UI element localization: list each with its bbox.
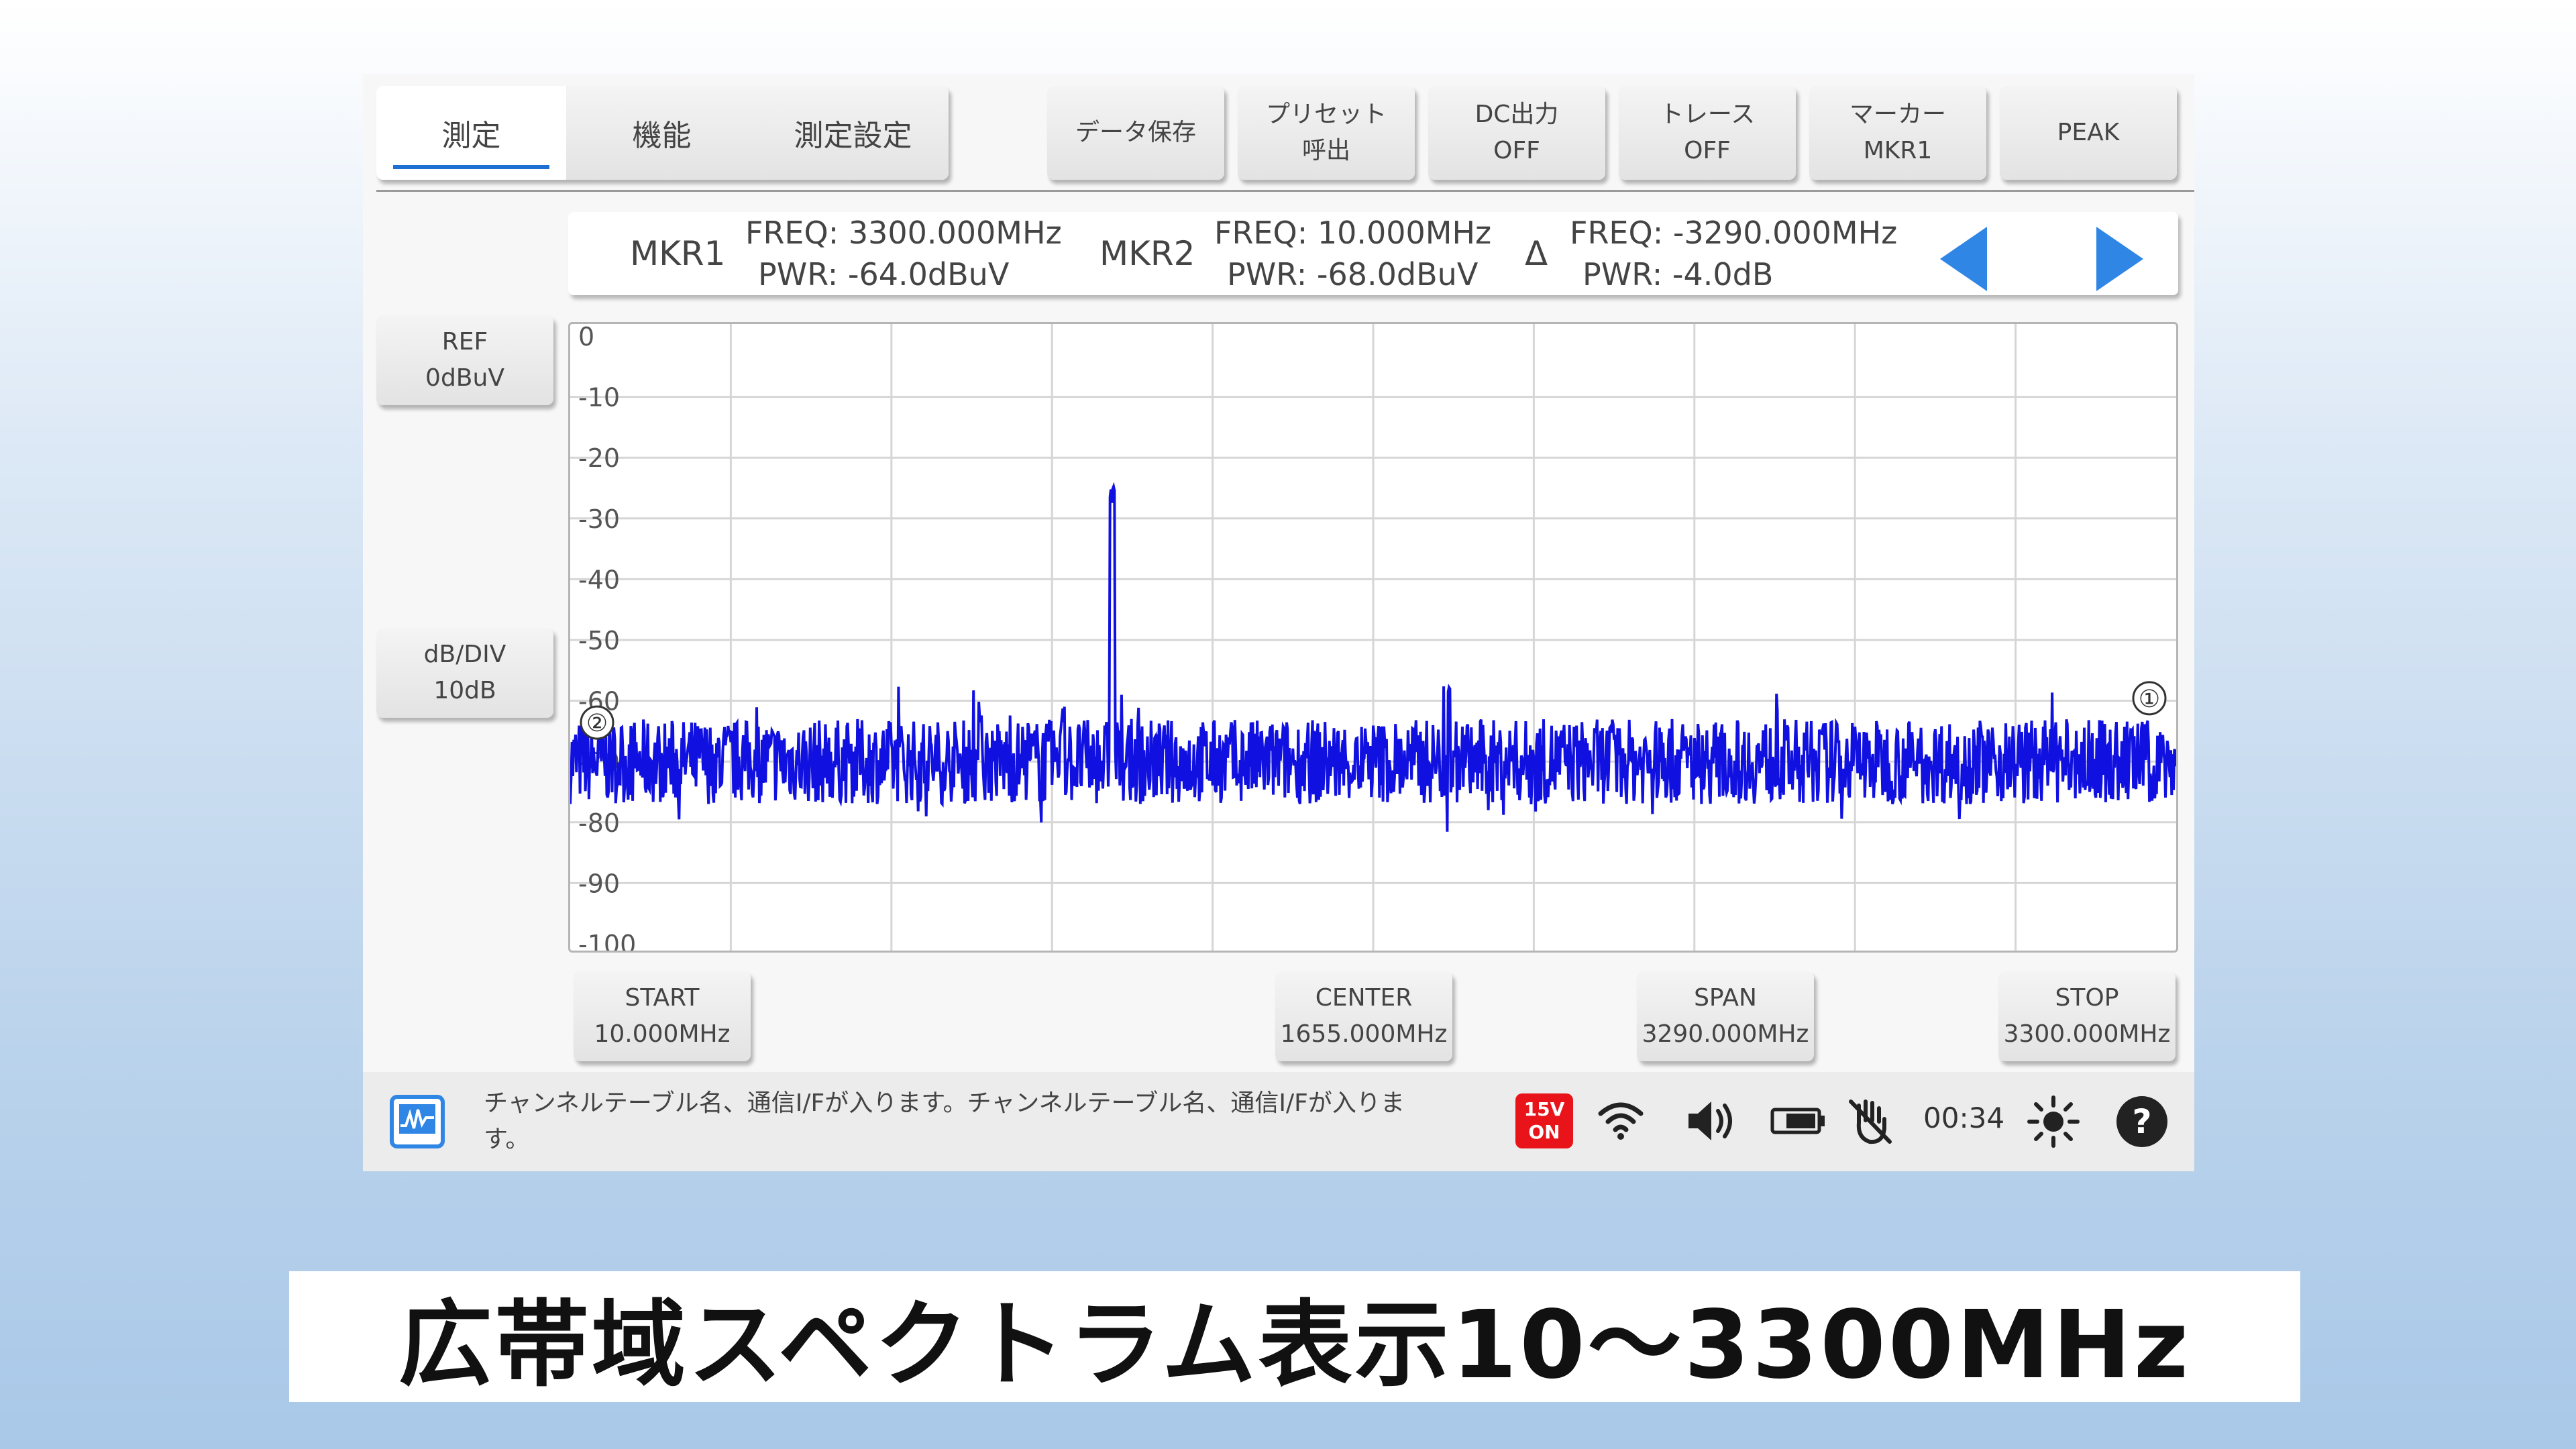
caption-title: 広帯域スペクトラム表示10～3300MHz (398, 1290, 2192, 1400)
y-tick-label: -20 (578, 443, 620, 473)
y-tick-label: -80 (578, 808, 620, 838)
battery-icon (1770, 1108, 1825, 1134)
center-label: CENTER (1315, 984, 1413, 1012)
tab-function-label: 機能 (632, 119, 692, 153)
y-tick-label: -40 (578, 565, 620, 594)
y-tick-label: -10 (578, 383, 620, 413)
marker-number-label: ① (2139, 686, 2160, 713)
save-data-button[interactable]: データ保存 (1047, 86, 1224, 180)
spectrum-app-icon[interactable] (390, 1095, 445, 1148)
span-button[interactable]: SPAN 3290.000MHz (1637, 971, 1814, 1061)
spectrum-chart: 0-10-20-30-40-50-60-70-80-90-100①② (570, 324, 2176, 951)
spectrum-plot[interactable]: 0 -10 -20 -30 -40 -50 -60 -70 -80 -90 -100 ① ② (568, 322, 2178, 953)
stop-label: STOP (2055, 984, 2119, 1012)
delta-pwr: PWR: -4.0dB (1582, 256, 1774, 292)
dc-15v-badge[interactable]: 15V ON (1515, 1093, 1573, 1148)
tab-group: 測定 機能 測定設定 (376, 86, 949, 180)
dc-output-state: OFF (1493, 137, 1540, 164)
tab-measure[interactable]: 測定 (376, 86, 566, 180)
dc-badge-voltage: 15V (1523, 1098, 1565, 1120)
span-label: SPAN (1694, 984, 1757, 1012)
trace-button[interactable]: トレース OFF (1619, 86, 1796, 180)
peak-button[interactable]: PEAK (2000, 86, 2177, 180)
stop-value: 3300.000MHz (2003, 1020, 2171, 1048)
clock-time: 00:34 (1923, 1102, 2005, 1134)
stop-freq-button[interactable]: STOP 3300.000MHz (1998, 971, 2176, 1061)
trace-state: OFF (1684, 137, 1731, 164)
wifi-icon[interactable] (1597, 1099, 1644, 1142)
y-tick-label: 0 (578, 324, 594, 352)
start-value: 10.000MHz (594, 1020, 731, 1048)
trace-label: トレース (1659, 101, 1756, 128)
channel-table-text: チャンネルテーブル名、通信I/Fが入ります。チャンネルテーブル名、通信I/Fが入… (484, 1089, 1405, 1153)
dc-output-label: DC出力 (1474, 101, 1559, 128)
db-per-div-button[interactable]: dB/DIV 10dB (376, 628, 553, 718)
touch-lock-hand-icon[interactable] (1847, 1096, 1894, 1146)
caption-box: 広帯域スペクトラム表示10～3300MHz (289, 1271, 2300, 1402)
y-tick-label: -90 (578, 869, 620, 898)
center-freq-button[interactable]: CENTER 1655.000MHz (1275, 971, 1452, 1061)
prev-marker-arrow-icon[interactable] (1940, 227, 1987, 291)
slide: { "tabs": [ {"label": "測定", "active": tr… (0, 0, 2576, 1449)
ref-value: 0dBuV (425, 364, 504, 392)
active-tab-indicator (393, 165, 549, 169)
span-value: 3290.000MHz (1642, 1020, 1809, 1048)
preset-recall-button[interactable]: プリセット 呼出 (1238, 86, 1415, 180)
tab-measure-label: 測定 (441, 119, 501, 153)
tab-measure-settings-label: 測定設定 (794, 119, 912, 153)
mkr2-pwr: PWR: -68.0dBuV (1227, 256, 1479, 292)
mkr2-name: MKR2 (1099, 234, 1195, 273)
marker-button[interactable]: マーカー MKR1 (1809, 86, 1986, 180)
center-value: 1655.000MHz (1280, 1020, 1448, 1048)
next-marker-arrow-icon[interactable] (2096, 227, 2143, 291)
y-tick-label: -30 (578, 504, 620, 534)
peak-label: PEAK (2057, 119, 2120, 146)
start-freq-button[interactable]: START 10.000MHz (574, 971, 751, 1061)
ref-label: REF (441, 328, 488, 356)
save-data-label: データ保存 (1075, 119, 1196, 146)
help-glyph: ? (2132, 1102, 2152, 1141)
marker-label: マーカー (1849, 101, 1946, 128)
help-icon[interactable]: ? (2116, 1096, 2167, 1147)
dc-output-button[interactable]: DC出力 OFF (1428, 86, 1605, 180)
analyzer-screen: 測定 機能 測定設定 データ保存 プリセット 呼出 DC出力 OFF トレース … (363, 74, 2194, 1171)
status-bar: チャンネルテーブル名、通信I/Fが入ります。チャンネルテーブル名、通信I/Fが入… (363, 1072, 2194, 1171)
tab-measure-settings[interactable]: 測定設定 (757, 86, 949, 180)
marker-state: MKR1 (1863, 137, 1933, 164)
start-label: START (625, 984, 700, 1012)
delta-freq: FREQ: -3290.000MHz (1570, 215, 1898, 251)
mkr2-freq: FREQ: 10.000MHz (1214, 215, 1492, 251)
marker-number-label: ② (586, 710, 608, 737)
speaker-volume-icon[interactable] (1684, 1097, 1738, 1144)
y-tick-label: -100 (578, 930, 636, 951)
delta-symbol: Δ (1525, 234, 1548, 273)
db-per-div-label: dB/DIV (423, 641, 506, 668)
header-divider (376, 190, 2194, 192)
preset-sub-label: 呼出 (1301, 137, 1350, 164)
preset-label: プリセット (1265, 101, 1387, 128)
dc-badge-state: ON (1528, 1121, 1560, 1143)
brightness-sun-icon[interactable] (2027, 1095, 2080, 1148)
tab-function[interactable]: 機能 (566, 86, 757, 180)
mkr1-freq: FREQ: 3300.000MHz (745, 215, 1062, 251)
mkr1-pwr: PWR: -64.0dBuV (758, 256, 1010, 292)
mkr1-name: MKR1 (630, 234, 726, 273)
db-per-div-value: 10dB (433, 677, 496, 704)
ref-level-button[interactable]: REF 0dBuV (376, 315, 553, 405)
marker-readout-bar: MKR1 FREQ: 3300.000MHz PWR: -64.0dBuV MK… (568, 212, 2178, 295)
y-tick-label: -50 (578, 626, 620, 655)
